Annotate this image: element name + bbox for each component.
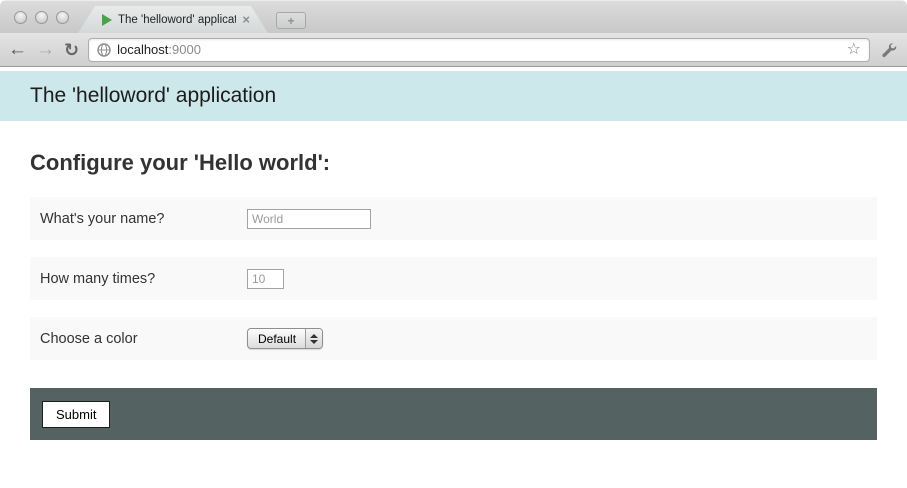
window-zoom-button[interactable] — [56, 11, 69, 24]
form-row-times: How many times? — [30, 257, 877, 300]
page-content: The 'helloword' application Configure yo… — [0, 71, 907, 488]
bookmark-star-icon[interactable]: ☆ — [847, 42, 861, 58]
wrench-menu-icon[interactable] — [879, 41, 897, 59]
back-button[interactable]: ← — [8, 40, 27, 59]
name-label: What's your name? — [40, 211, 247, 227]
color-select-value: Default — [248, 329, 305, 348]
page-title: Configure your 'Hello world': — [30, 150, 877, 176]
name-input[interactable] — [247, 209, 371, 229]
times-label: How many times? — [40, 271, 247, 287]
app-header-title: The 'helloword' application — [30, 84, 276, 108]
color-label: Choose a color — [40, 331, 247, 347]
times-input[interactable] — [247, 269, 284, 289]
play-favicon-icon — [102, 14, 112, 26]
window-controls — [14, 11, 69, 24]
browser-toolbar: ← → ↻ localhost:9000 ☆ — [0, 33, 907, 67]
browser-tab[interactable]: The 'helloword' application × — [78, 6, 268, 33]
app-header: The 'helloword' application — [0, 71, 907, 121]
form-row-name: What's your name? — [30, 197, 877, 240]
window-close-button[interactable] — [14, 11, 27, 24]
url-port: :9000 — [168, 42, 201, 57]
browser-window: The 'helloword' application × + ← → ↻ lo… — [0, 0, 907, 488]
new-tab-button[interactable]: + — [276, 12, 306, 29]
form-row-color: Choose a color Default — [30, 317, 877, 360]
tab-strip: The 'helloword' application × + — [0, 0, 907, 33]
hello-config-form: What's your name? How many times? Choose… — [30, 197, 877, 440]
globe-icon — [97, 43, 111, 57]
main-content: Configure your 'Hello world': What's you… — [0, 150, 907, 440]
tab-title: The 'helloword' application — [118, 14, 236, 26]
select-stepper-icon — [305, 329, 322, 348]
url-host: localhost — [117, 42, 168, 57]
plus-icon: + — [287, 15, 294, 27]
url-text[interactable]: localhost:9000 — [117, 42, 841, 57]
address-bar[interactable]: localhost:9000 ☆ — [88, 38, 870, 62]
submit-button[interactable]: Submit — [42, 401, 110, 428]
tab-close-icon[interactable]: × — [242, 13, 250, 26]
reload-button[interactable]: ↻ — [64, 41, 79, 59]
submit-bar: Submit — [30, 388, 877, 440]
window-minimize-button[interactable] — [35, 11, 48, 24]
forward-button: → — [36, 40, 55, 59]
color-select[interactable]: Default — [247, 328, 323, 349]
